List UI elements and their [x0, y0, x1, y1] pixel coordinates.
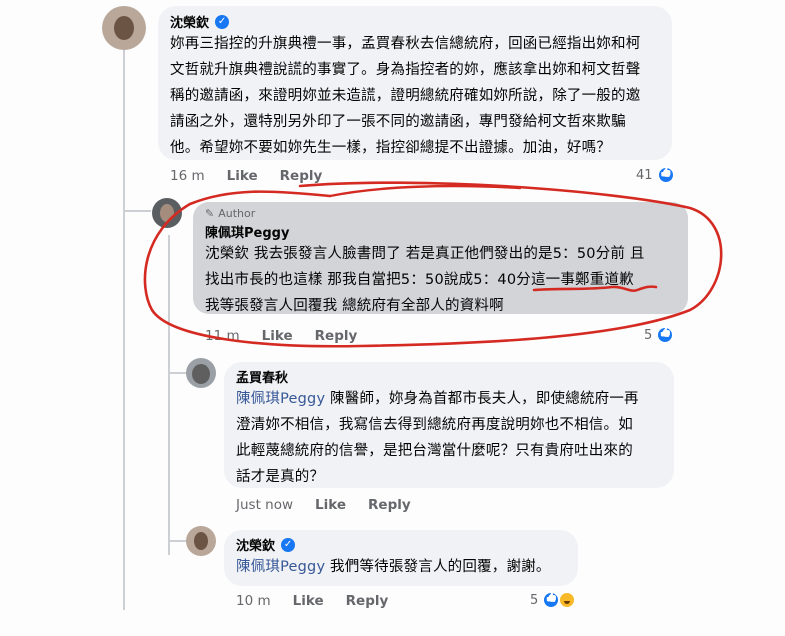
avatar-face	[194, 532, 208, 550]
comment-line: 沈榮欽 我去張發言人臉書問了 若是真正他們發出的是5：50分前 且	[205, 246, 645, 262]
comment-bubble: 沈榮欽 ✓ 妳再三指控的升旗典禮一事，孟買春秋去信總統府，回函已經指出妳和柯 文…	[158, 6, 672, 160]
comment-line: 他。希望妳不要如妳先生一樣，指控卻總提不出證據。加油，好嗎？	[170, 140, 611, 156]
reply-button[interactable]: Reply	[346, 593, 389, 609]
avatar-face	[192, 364, 210, 384]
comment-line: 此輕蔑總統府的信譽，是把台灣當什麼呢？只有貴府吐出來的	[236, 443, 633, 459]
comment-text: 陳佩琪Peggy 陳醫師，妳身為首都市長夫人，即使總統府一再 澄清妳不相信，我寫…	[236, 386, 662, 490]
avatar-face	[114, 16, 134, 40]
comment-line: 請函之外，還特別另外印了一張不同的邀請函，專門發給柯文哲來欺騙	[170, 114, 626, 130]
like-reaction-icon	[656, 326, 675, 344]
comment-actions: 10 m Like Reply	[236, 593, 388, 609]
verified-badge-icon: ✓	[281, 537, 296, 552]
reaction-count: 5	[530, 592, 539, 608]
avatar-face	[160, 204, 174, 222]
author-name[interactable]: 沈榮欽	[170, 12, 209, 31]
comment-text: 妳再三指控的升旗典禮一事，孟買春秋去信總統府，回函已經指出妳和柯 文哲就升旗典禮…	[170, 31, 660, 161]
comment-timestamp[interactable]: 11 m	[205, 328, 240, 344]
like-button[interactable]: Like	[227, 168, 258, 184]
comment-line: 文哲就升旗典禮說謊的事實了。身為指控者的妳，應該拿出妳和柯文哲聲	[170, 62, 641, 78]
author-name[interactable]: 沈榮欽	[236, 535, 275, 554]
reply-button[interactable]: Reply	[368, 497, 411, 513]
like-button[interactable]: Like	[315, 497, 346, 513]
comment-bubble: 沈榮欽 ✓ 陳佩琪Peggy 我們等待張發言人的回覆，謝謝。	[224, 530, 578, 586]
thread-connector	[123, 210, 151, 212]
comment-line: 澄清妳不相信，我寫信去得到總統府再度說明妳也不相信。如	[236, 417, 633, 433]
reaction-summary[interactable]: 5	[644, 326, 675, 344]
avatar[interactable]	[186, 526, 216, 556]
verified-badge-icon: ✓	[215, 14, 230, 29]
comment-timestamp[interactable]: 16 m	[170, 168, 205, 184]
annotation-ellipse-overlap	[328, 184, 522, 198]
author-name[interactable]: 陳佩琪Peggy	[205, 222, 289, 241]
reply-button[interactable]: Reply	[315, 328, 358, 344]
comment-thread: 沈榮欽 ✓ 妳再三指控的升旗典禮一事，孟買春秋去信總統府，回函已經指出妳和柯 文…	[0, 0, 785, 636]
comment-author[interactable]: 沈榮欽 ✓	[170, 12, 230, 31]
author-badge: ✎ Author	[205, 207, 676, 220]
comment-line: 陳佩琪Peggy 我們等待張發言人的回覆，謝謝。	[236, 554, 566, 580]
comment-timestamp[interactable]: Just now	[236, 497, 293, 513]
reaction-count: 5	[644, 327, 653, 343]
like-button[interactable]: Like	[293, 593, 324, 609]
comment-timestamp[interactable]: 10 m	[236, 593, 271, 609]
like-button[interactable]: Like	[262, 328, 293, 344]
comment-bubble: 孟買春秋 陳佩琪Peggy 陳醫師，妳身為首都市長夫人，即使總統府一再 澄清妳不…	[224, 362, 674, 488]
like-reaction-icon	[656, 166, 675, 184]
reaction-summary[interactable]: 41	[636, 166, 675, 184]
comment-author[interactable]: 陳佩琪Peggy	[205, 222, 289, 241]
comment-line-text: 我們等待張發言人的回覆，謝謝。	[325, 559, 551, 575]
pencil-icon: ✎	[205, 207, 215, 220]
reply-button[interactable]: Reply	[280, 168, 323, 184]
thread-connector	[168, 372, 186, 374]
comment-line: 稱的邀請函，來證明妳並未造謊，證明總統府確如妳所說，除了一般的邀	[170, 88, 641, 104]
haha-reaction-icon	[558, 591, 577, 609]
comment-author[interactable]: 孟買春秋	[236, 367, 288, 386]
author-name[interactable]: 孟買春秋	[236, 367, 288, 386]
mention-link[interactable]: 陳佩琪Peggy	[236, 559, 325, 575]
thread-connector	[168, 235, 170, 555]
author-badge-label: Author	[218, 207, 256, 220]
comment-actions: 16 m Like Reply	[170, 168, 322, 184]
reaction-count: 41	[636, 167, 653, 183]
reaction-summary[interactable]: 5	[530, 591, 577, 609]
comment-line: 話才是真的？	[236, 469, 325, 485]
avatar[interactable]	[186, 358, 216, 388]
comment-text: 陳佩琪Peggy 我們等待張發言人的回覆，謝謝。	[236, 554, 566, 580]
avatar[interactable]	[152, 198, 182, 228]
comment-text: 沈榮欽 我去張發言人臉書問了 若是真正他們發出的是5：50分前 且 找出市長的也…	[205, 241, 676, 319]
comment-actions: Just now Like Reply	[236, 497, 411, 513]
comment-actions: 11 m Like Reply	[205, 328, 357, 344]
mention-link[interactable]: 陳佩琪Peggy	[236, 391, 325, 407]
thread-connector	[123, 50, 125, 610]
comment-line: 我等張發言人回覆我 總統府有全部人的資料啊	[205, 298, 504, 314]
comment-line-text: 陳醫師，妳身為首都市長夫人，即使總統府一再	[325, 391, 639, 407]
comment-line: 找出市長的也這樣 那我自當把5：50說成5：40分這一事鄭重道歉	[205, 272, 634, 288]
avatar[interactable]	[102, 6, 146, 50]
comment-line: 陳佩琪Peggy 陳醫師，妳身為首都市長夫人，即使總統府一再	[236, 386, 662, 412]
comment-author[interactable]: 沈榮欽 ✓	[236, 535, 296, 554]
comment-line: 妳再三指控的升旗典禮一事，孟買春秋去信總統府，回函已經指出妳和柯	[170, 36, 641, 52]
author-comment-bubble: ✎ Author 陳佩琪Peggy 沈榮欽 我去張發言人臉書問了 若是真正他們發…	[193, 202, 688, 314]
thread-connector	[168, 540, 186, 542]
